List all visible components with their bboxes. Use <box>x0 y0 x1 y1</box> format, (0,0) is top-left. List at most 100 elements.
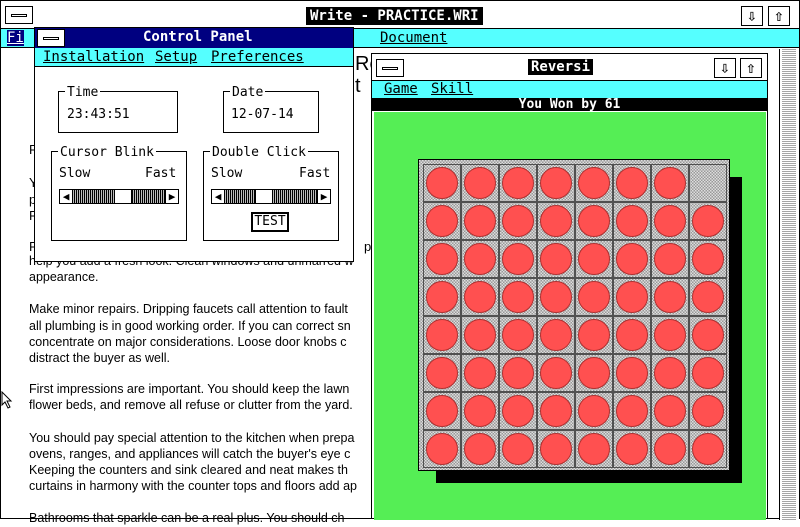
red-piece <box>464 243 496 275</box>
doc-line: You should pay special attention to the … <box>29 431 355 445</box>
cursor-blink-fast: Fast <box>145 166 177 181</box>
cursor-blink-slow: Slow <box>59 166 91 181</box>
red-piece <box>540 357 572 389</box>
red-piece <box>654 167 686 199</box>
date-label: Date <box>230 85 266 100</box>
doc-line: concentrate on major considerations. Loo… <box>29 335 347 349</box>
doc-line: Make minor repairs. Dripping faucets cal… <box>29 302 348 316</box>
scroll-track[interactable] <box>782 49 796 520</box>
cursor-blink-thumb[interactable] <box>113 190 132 203</box>
test-button[interactable]: TEST <box>251 212 289 232</box>
reversi-board[interactable] <box>418 159 730 471</box>
menu-game[interactable]: Game <box>384 81 418 97</box>
red-piece <box>426 433 458 465</box>
red-piece <box>502 319 534 351</box>
red-piece <box>692 205 724 237</box>
right-arrow-icon[interactable]: ▶ <box>165 190 178 203</box>
reversi-felt <box>374 112 766 520</box>
menu-setup[interactable]: Setup <box>155 49 197 65</box>
red-piece <box>578 319 610 351</box>
red-piece <box>654 395 686 427</box>
red-piece <box>540 319 572 351</box>
red-piece <box>692 395 724 427</box>
system-menu-icon[interactable] <box>37 29 65 47</box>
red-piece <box>502 357 534 389</box>
double-click-fast: Fast <box>299 166 331 181</box>
red-piece <box>464 395 496 427</box>
red-piece <box>654 433 686 465</box>
red-piece <box>464 167 496 199</box>
red-piece <box>578 433 610 465</box>
control-panel-titlebar[interactable]: Control Panel <box>35 28 353 48</box>
red-piece <box>464 357 496 389</box>
reversi-status: You Won by 61 <box>518 97 621 112</box>
control-panel-menubar: Installation Setup Preferences <box>35 48 353 67</box>
red-piece <box>654 205 686 237</box>
write-menu-file[interactable]: Fi <box>7 30 24 46</box>
menu-skill[interactable]: Skill <box>431 81 473 97</box>
menu-preferences[interactable]: Preferences <box>211 49 304 65</box>
red-piece <box>426 205 458 237</box>
red-piece <box>578 243 610 275</box>
red-piece <box>502 395 534 427</box>
board-cell[interactable] <box>689 164 727 202</box>
write-menu-document[interactable]: Document <box>380 30 447 46</box>
red-piece <box>540 243 572 275</box>
red-piece <box>616 167 648 199</box>
left-arrow-icon[interactable]: ◀ <box>60 190 73 203</box>
reversi-titlebar[interactable]: Reversi ⇩ ⇧ <box>372 54 767 81</box>
red-piece <box>464 319 496 351</box>
mouse-pointer-icon <box>1 391 13 409</box>
red-piece <box>654 357 686 389</box>
red-piece <box>616 395 648 427</box>
red-piece <box>616 281 648 313</box>
red-piece <box>692 319 724 351</box>
double-click-slider[interactable]: ◀ ▶ <box>211 189 331 204</box>
red-piece <box>654 281 686 313</box>
red-piece <box>540 433 572 465</box>
doc-line: ovens, ranges, and appliances will catch… <box>29 447 351 461</box>
red-piece <box>616 205 648 237</box>
red-piece <box>464 281 496 313</box>
red-piece <box>540 281 572 313</box>
write-partial-text: t <box>355 75 361 97</box>
red-piece <box>502 205 534 237</box>
red-piece <box>578 281 610 313</box>
maximize-arrow-icon[interactable]: ⇧ <box>768 6 790 26</box>
doc-line: all plumbing is in good working order. I… <box>29 319 351 333</box>
red-piece <box>692 281 724 313</box>
time-value[interactable]: 23:43:51 <box>67 107 130 122</box>
red-piece <box>578 395 610 427</box>
maximize-arrow-icon[interactable]: ⇧ <box>740 58 762 78</box>
minimize-arrow-icon[interactable]: ⇩ <box>741 6 763 26</box>
system-menu-icon[interactable] <box>5 6 33 24</box>
red-piece <box>540 205 572 237</box>
write-vertical-scrollbar[interactable] <box>779 49 799 520</box>
red-piece <box>426 243 458 275</box>
doc-line: Keeping the counters and sink cleared an… <box>29 463 348 477</box>
red-piece <box>426 281 458 313</box>
right-arrow-icon[interactable]: ▶ <box>317 190 330 203</box>
red-piece <box>616 433 648 465</box>
red-piece <box>426 357 458 389</box>
red-piece <box>616 319 648 351</box>
red-piece <box>692 243 724 275</box>
menu-installation[interactable]: Installation <box>43 49 144 65</box>
red-piece <box>502 167 534 199</box>
write-titlebar[interactable]: Write - PRACTICE.WRI ⇩ ⇧ <box>1 1 799 29</box>
system-menu-icon[interactable] <box>376 59 404 77</box>
red-piece <box>692 433 724 465</box>
red-piece <box>502 281 534 313</box>
date-value[interactable]: 12-07-14 <box>231 107 294 122</box>
doc-line: First impressions are important. You sho… <box>29 382 350 396</box>
cursor-blink-slider[interactable]: ◀ ▶ <box>59 189 179 204</box>
time-label: Time <box>65 85 101 100</box>
double-click-slow: Slow <box>211 166 243 181</box>
red-piece <box>616 243 648 275</box>
minimize-arrow-icon[interactable]: ⇩ <box>714 58 736 78</box>
red-piece <box>692 357 724 389</box>
double-click-thumb[interactable] <box>254 190 273 203</box>
left-arrow-icon[interactable]: ◀ <box>212 190 225 203</box>
red-piece <box>654 319 686 351</box>
doc-line: flower beds, and remove all refuse or cl… <box>29 398 353 412</box>
